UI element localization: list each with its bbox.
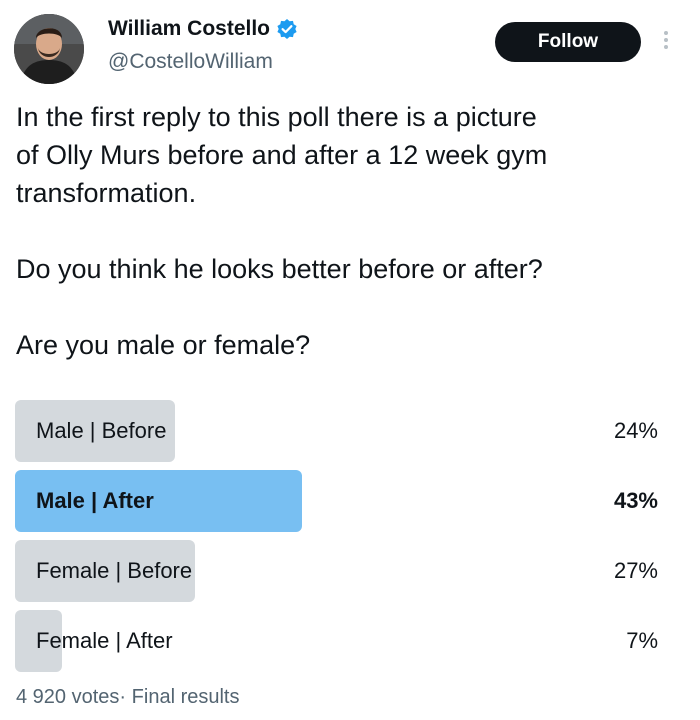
- avatar[interactable]: [14, 14, 84, 84]
- more-dot: [664, 38, 668, 42]
- poll-option-percent: 24%: [613, 418, 658, 443]
- author-name-row: William Costello: [108, 17, 298, 41]
- poll-option-label: Female | Before: [36, 558, 193, 583]
- verified-badge-icon: [277, 19, 297, 39]
- poll-option-male-after[interactable]: Male | After 43%: [15, 470, 665, 532]
- more-dot: [664, 31, 668, 35]
- poll-option-label: Male | After: [36, 488, 154, 513]
- poll-vote-count[interactable]: 4 920 votes: [16, 686, 119, 708]
- profile-photo-icon: [14, 14, 84, 84]
- poll-option-percent: 43%: [613, 488, 658, 513]
- poll-option-label: Male | Before: [36, 418, 167, 443]
- follow-button[interactable]: Follow: [495, 22, 641, 62]
- tweet-text: In the first reply to this poll there is…: [16, 102, 548, 360]
- poll-option-label: Female | After: [36, 628, 173, 653]
- poll-meta-separator: ·: [119, 686, 127, 708]
- tweet-header: William Costello @CostelloWilliam Follow: [0, 0, 700, 100]
- author-handle[interactable]: @CostelloWilliam: [108, 50, 273, 74]
- more-dot: [664, 45, 668, 49]
- poll-option-female-before[interactable]: Female | Before 27%: [15, 540, 665, 602]
- author-display-name[interactable]: William Costello: [108, 17, 270, 41]
- poll-option-percent: 7%: [626, 628, 658, 653]
- more-options-icon[interactable]: [659, 28, 673, 58]
- poll-status: Final results: [131, 686, 240, 708]
- poll: Male | Before 24% Male | After 43% Femal…: [15, 400, 665, 680]
- poll-option-female-after[interactable]: Female | After 7%: [15, 610, 665, 672]
- poll-option-percent: 27%: [613, 558, 658, 583]
- poll-meta: 4 920 votes· Final results: [16, 686, 239, 709]
- poll-option-male-before[interactable]: Male | Before 24%: [15, 400, 665, 462]
